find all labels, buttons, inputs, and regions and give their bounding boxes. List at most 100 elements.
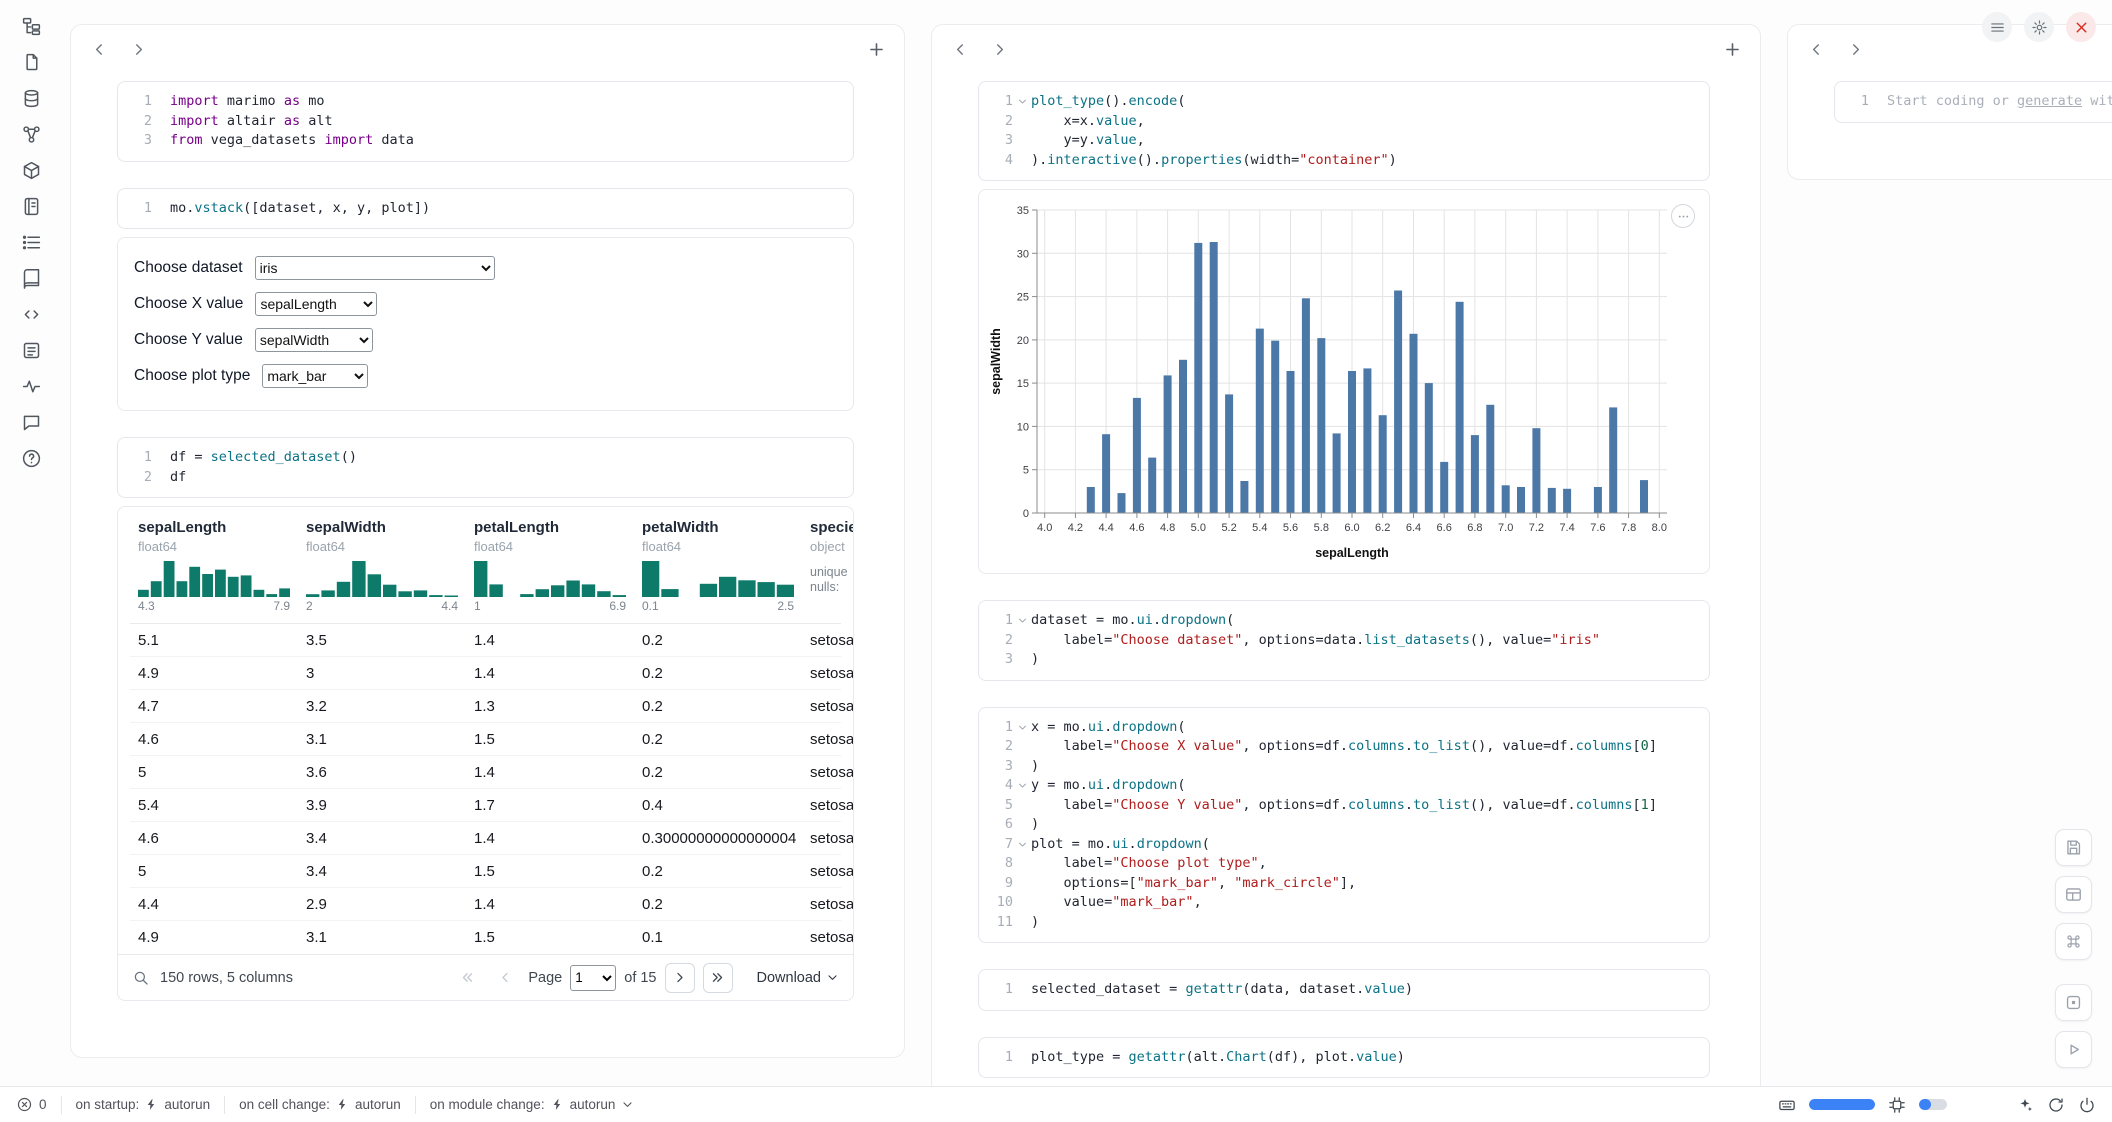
sidebar-files-button[interactable] (20, 52, 43, 75)
runtime-config-1[interactable]: on cell change: autorun (239, 1097, 401, 1112)
code-line: 2 x=x.value, (987, 112, 1695, 132)
cell-editor[interactable]: 1plot_type().encode(2 x=x.value,3 y=y.va… (978, 81, 1710, 181)
dropdown-row: Choose dataset iris (134, 254, 837, 282)
empty-cell-editor[interactable]: 1 Start coding or generate with (1834, 81, 2112, 123)
sidebar-tracing-button[interactable] (20, 376, 43, 399)
fold-toggle-icon[interactable] (1013, 611, 1031, 631)
column-dtype: object (810, 539, 853, 557)
sidebar-file-tree-button[interactable] (20, 16, 43, 39)
fold-toggle-icon[interactable] (1013, 835, 1031, 855)
runtime-config-2[interactable]: on module change: autorun (430, 1097, 635, 1112)
notebook-cell: 1import marimo as mo2import altair as al… (117, 81, 854, 162)
column-scroll-right-button[interactable] (130, 41, 147, 58)
table-scroll-area[interactable]: sepalLength float644.37.9 sepalWidth flo… (118, 507, 853, 954)
search-icon[interactable] (132, 969, 150, 987)
first-page-button[interactable] (452, 963, 482, 993)
sidebar-packages-button[interactable] (20, 160, 43, 183)
svg-text:4.4: 4.4 (1098, 522, 1113, 534)
sidebar-database-button[interactable] (20, 88, 43, 111)
cell-editor[interactable]: 1selected_dataset = getattr(data, datase… (978, 969, 1710, 1011)
sidebar-notebook-button[interactable] (20, 196, 43, 219)
runtime-mode: autorun (164, 1097, 210, 1112)
notebook-cell: 1selected_dataset = getattr(data, datase… (978, 969, 1710, 1011)
code-line: 7plot = mo.ui.dropdown( (987, 835, 1695, 855)
x-value-dropdown[interactable]: sepalLength (255, 292, 377, 316)
table-cell: 0.2 (634, 632, 802, 649)
cell-editor[interactable]: 1plot_type = getattr(alt.Chart(df), plot… (978, 1037, 1710, 1079)
cell-editor[interactable]: 1df = selected_dataset()2df (117, 437, 854, 498)
save-button[interactable] (2055, 829, 2092, 866)
cell-editor[interactable]: 1import marimo as mo2import altair as al… (117, 81, 854, 162)
run-button[interactable] (2055, 1031, 2092, 1068)
plot-type-dropdown[interactable]: mark_bar (262, 364, 368, 388)
cell-editor[interactable]: 1x = mo.ui.dropdown(2 label="Choose X va… (978, 707, 1710, 944)
code-line: 1selected_dataset = getattr(data, datase… (987, 980, 1695, 1000)
runtime-config-0[interactable]: on startup: autorun (76, 1097, 211, 1112)
column-scroll-left-button[interactable] (952, 41, 969, 58)
chart-actions-button[interactable] (1671, 204, 1695, 228)
vstack-output: Choose dataset iris Choose X value sepal… (117, 237, 854, 411)
settings-button[interactable] (2024, 12, 2054, 42)
dataset-dropdown[interactable]: iris (255, 256, 495, 280)
add-cell-button[interactable] (867, 40, 886, 59)
table-cell: 4.7 (130, 698, 298, 715)
keyboard-icon[interactable] (1778, 1096, 1796, 1114)
column-scroll-left-button[interactable] (91, 41, 108, 58)
prev-page-button[interactable] (490, 963, 520, 993)
table-cell: 3.1 (298, 929, 466, 946)
keyboard-shortcuts-button[interactable] (2055, 923, 2092, 960)
database-icon (21, 88, 42, 109)
restart-icon[interactable] (2047, 1096, 2065, 1114)
sidebar-chat-button[interactable] (20, 412, 43, 435)
add-cell-button[interactable] (1723, 40, 1742, 59)
chip-icon (1888, 1096, 1906, 1114)
column-histogram (138, 561, 290, 597)
column-scroll-left-button[interactable] (1808, 41, 1825, 58)
chevron-down-icon (621, 1098, 634, 1111)
column-nav (1808, 41, 1864, 58)
page-select[interactable]: 1 (570, 965, 616, 991)
bar-chart[interactable]: 4.04.24.44.64.85.05.25.45.65.86.06.26.46… (987, 202, 1687, 563)
svg-text:25: 25 (1017, 292, 1029, 304)
column-scroll-right-button[interactable] (991, 41, 1008, 58)
code-line: 6) (987, 815, 1695, 835)
fold-toggle-icon[interactable] (1013, 776, 1031, 796)
error-indicator[interactable]: 0 (16, 1096, 47, 1113)
fold-toggle-icon[interactable] (1013, 92, 1031, 112)
table-cell: 1.5 (466, 731, 634, 748)
column-scroll-right-button[interactable] (1847, 41, 1864, 58)
layout-button[interactable] (2055, 876, 2092, 913)
last-page-button[interactable] (703, 963, 733, 993)
table-cell: setosa (802, 797, 853, 814)
cell-editor[interactable]: 1mo.vstack([dataset, x, y, plot]) (117, 188, 854, 230)
sidebar-documentation-button[interactable] (20, 268, 43, 291)
line-number: 3 (987, 757, 1013, 777)
sidebar-snippets-button[interactable] (20, 304, 43, 327)
cell-editor[interactable]: 1dataset = mo.ui.dropdown(2 label="Choos… (978, 600, 1710, 681)
sidebar-scratchpad-button[interactable] (20, 340, 43, 363)
table-cell: 3.2 (298, 698, 466, 715)
stop-button[interactable] (2055, 984, 2092, 1021)
power-icon[interactable] (2078, 1096, 2096, 1114)
shutdown-button[interactable] (2066, 12, 2096, 42)
sidebar-help-button[interactable] (20, 448, 43, 471)
column-histogram (642, 561, 794, 597)
code-line: 1dataset = mo.ui.dropdown( (987, 611, 1695, 631)
menu-button[interactable] (1982, 12, 2012, 42)
code-line: 1plot_type().encode( (987, 92, 1695, 112)
line-number: 10 (987, 893, 1013, 913)
table-cell: 3.4 (298, 863, 466, 880)
fold-toggle-icon[interactable] (1013, 718, 1031, 738)
table-cell: 0.2 (634, 665, 802, 682)
sidebar-outline-button[interactable] (20, 232, 43, 255)
table-cell: 3 (298, 665, 466, 682)
next-page-button[interactable] (665, 963, 695, 993)
sidebar-dependency-graph-button[interactable] (20, 124, 43, 147)
generate-link[interactable]: generate (2017, 93, 2082, 109)
table-row: 5.43.91.70.4setosa (130, 789, 841, 822)
sparkles-icon[interactable] (2016, 1096, 2034, 1114)
download-button[interactable]: Download (757, 970, 840, 986)
table-cell: 3.6 (298, 764, 466, 781)
cpu-usage-bar (1919, 1099, 1947, 1110)
y-value-dropdown[interactable]: sepalWidth (255, 328, 373, 352)
